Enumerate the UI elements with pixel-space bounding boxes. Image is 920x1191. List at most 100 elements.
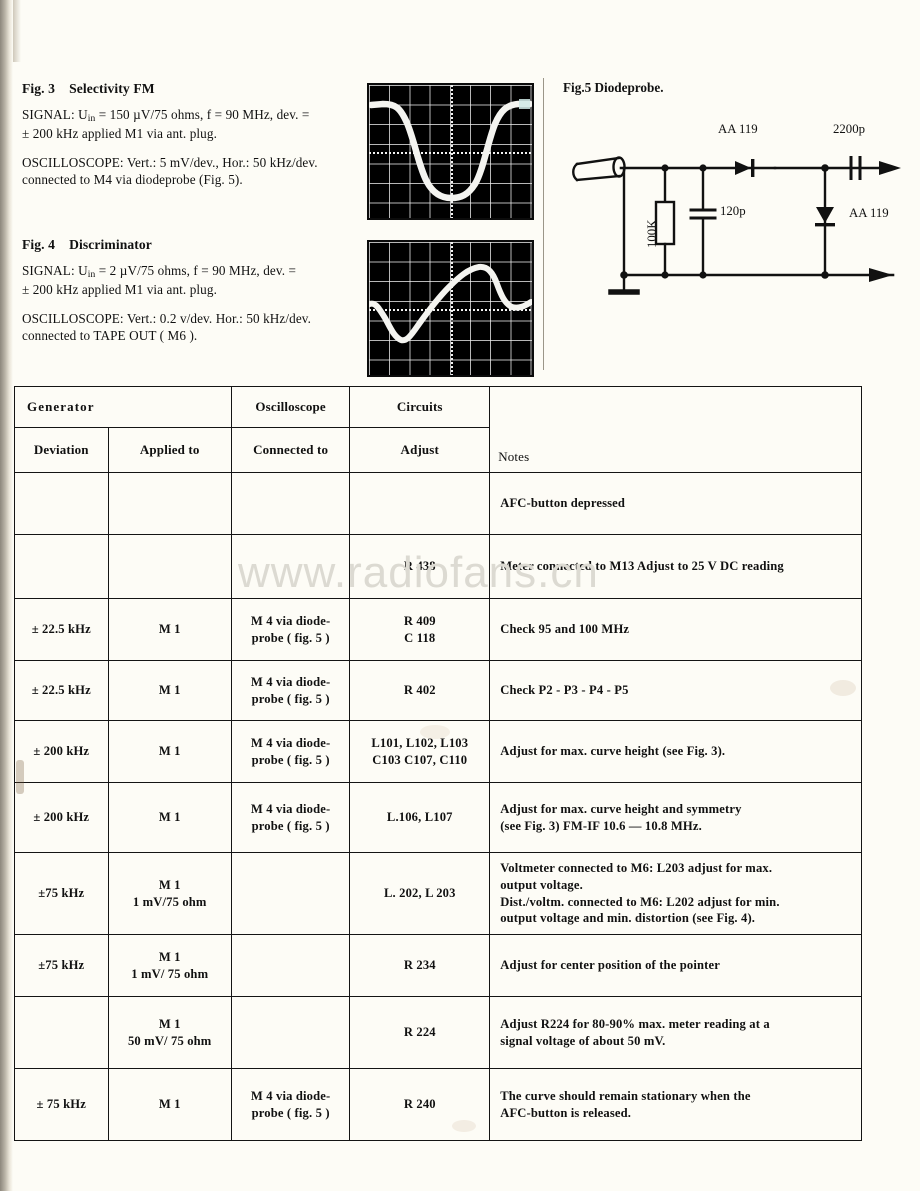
scan-gutter-top	[13, 0, 21, 62]
cell-connected-to	[230, 472, 351, 535]
fig5-output-arrow-bottom	[869, 268, 893, 282]
cell-adjust	[349, 472, 491, 535]
fig3-scope-line2: connected to M4 via diodeprobe (Fig. 5).	[22, 172, 243, 188]
cell-applied-to: M 1 50 mV/ 75 ohm	[107, 996, 232, 1069]
cell-notes: Voltmeter connected to M6: L203 adjust f…	[489, 852, 862, 935]
cell-connected-to: M 4 via diode- probe ( fig. 5 )	[230, 720, 351, 783]
cell-adjust: L. 202, L 203	[349, 852, 491, 935]
cell-applied-to: M 1	[107, 1068, 232, 1141]
cell-connected-to	[230, 996, 351, 1069]
fig5-series-diode-symbol	[735, 159, 755, 177]
fig4-signal-paragraph: SIGNAL: Uin = 2 µV/75 ohms, f = 90 MHz, …	[22, 263, 362, 298]
column-header-connected-to: Connected to	[230, 427, 351, 473]
figure-section-divider	[543, 78, 544, 370]
column-header-deviation: Deviation	[14, 427, 109, 473]
cell-connected-to	[230, 852, 351, 935]
cell-applied-to	[107, 534, 232, 599]
fig3-signal-prefix: SIGNAL: U	[22, 107, 88, 123]
cell-notes: Check 95 and 100 MHz	[489, 598, 862, 661]
document-page: Fig. 3 Selectivity FM SIGNAL: Uin = 150 µ…	[0, 0, 920, 1191]
fig3-signal-suffix: = 150 µV/75 ohms, f = 90 MHz, dev. =	[95, 107, 310, 123]
cell-connected-to: M 4 via diode- probe ( fig. 5 )	[230, 1068, 351, 1141]
cell-applied-to: M 1	[107, 720, 232, 783]
fig3-scope-line1: OSCILLOSCOPE: Vert.: 5 mV/dev., Hor.: 50…	[22, 155, 318, 171]
fig4-text-block: Fig. 4 Discriminator SIGNAL: Uin = 2 µV/7…	[22, 236, 362, 345]
cell-deviation: ±75 kHz	[14, 934, 109, 997]
fig4-heading-title: Discriminator	[69, 237, 152, 252]
cell-deviation	[14, 996, 109, 1069]
cell-connected-to: M 4 via diode- probe ( fig. 5 )	[230, 598, 351, 661]
cell-connected-to	[230, 534, 351, 599]
cell-notes: Adjust for max. curve height (see Fig. 3…	[489, 720, 862, 783]
cell-applied-to: M 1	[107, 598, 232, 661]
cell-connected-to: M 4 via diode- probe ( fig. 5 )	[230, 782, 351, 853]
fig5-diodeprobe-schematic: Fig.5 Diodeprobe. 100K 120p AA 119 2200p…	[563, 80, 913, 310]
fig3-selectivity-curve	[369, 99, 532, 202]
table-row: ±75 kHz M 1 1 mV/75 ohm L. 202, L 203 Voltm…	[14, 852, 862, 935]
cell-deviation: ± 75 kHz	[14, 1068, 109, 1141]
fig3-heading: Fig. 3 Selectivity FM	[22, 80, 362, 97]
fig4-oscilloscope-photo	[367, 240, 534, 377]
fig3-scope-paragraph: OSCILLOSCOPE: Vert.: 5 mV/dev., Hor.: 50…	[22, 155, 362, 189]
group-header-notes: Notes	[489, 386, 862, 473]
fig4-signal-prefix: SIGNAL: U	[22, 263, 88, 279]
fig5-output-capacitor-label: 2200p	[833, 122, 865, 136]
cell-adjust: L101, L102, L103 C103 C107, C110	[349, 720, 491, 783]
group-header-generator: Generator	[14, 386, 232, 428]
table-row: ± 75 kHz M 1M 4 via diode- probe ( fig. 5…	[14, 1068, 862, 1141]
cell-notes: The curve should remain stationary when …	[489, 1068, 862, 1141]
table-row: M 1 50 mV/ 75 ohm R 224 Adjust R224 for 80…	[14, 996, 862, 1069]
cell-applied-to	[107, 472, 232, 535]
cell-applied-to: M 1	[107, 660, 232, 721]
alignment-table: Generator Oscilloscope Circuits Notes De…	[14, 386, 862, 1141]
cell-adjust: R 409 C 118	[349, 598, 491, 661]
cell-applied-to: M 1 1 mV/ 75 ohm	[107, 934, 232, 997]
fig5-circuit-drawing	[572, 156, 901, 295]
fig4-signal-line1: SIGNAL: Uin = 2 µV/75 ohms, f = 90 MHz, …	[22, 263, 362, 281]
fig5-output-arrow-top	[879, 161, 901, 175]
table-row: ±75 kHz M 1 1 mV/ 75 ohm R 234 Adjust for c…	[14, 934, 862, 997]
fig3-signal-line1: SIGNAL: Uin = 150 µV/75 ohms, f = 90 MHz…	[22, 107, 362, 125]
column-header-adjust: Adjust	[349, 427, 491, 473]
fig5-series-diode-label: AA 119	[718, 122, 758, 136]
column-header-applied-to: Applied to	[107, 427, 232, 473]
group-header-oscilloscope: Oscilloscope	[230, 386, 351, 428]
table-row: ± 22.5 kHz M 1M 4 via diode- probe ( fig.…	[14, 660, 862, 721]
cell-deviation: ± 22.5 kHz	[14, 660, 109, 721]
table-row: R 438 Meter connected to M13 Adjust to 25…	[14, 534, 862, 599]
cell-connected-to: M 4 via diode- probe ( fig. 5 )	[230, 660, 351, 721]
cell-deviation	[14, 534, 109, 599]
fig5-input-capacitor-label: 120p	[720, 204, 746, 218]
fig3-signal-line2: ± 200 kHz applied M1 via ant. plug.	[22, 125, 217, 141]
fig4-scope-line2: connected to TAPE OUT ( M6 ).	[22, 328, 198, 344]
fig4-signal-suffix: = 2 µV/75 ohms, f = 90 MHz, dev. =	[95, 263, 297, 279]
fig5-title: Fig.5 Diodeprobe.	[563, 80, 664, 95]
cell-adjust: R 240	[349, 1068, 491, 1141]
cell-notes: Adjust R224 for 80-90% max. meter readin…	[489, 996, 862, 1069]
cell-adjust: R 438	[349, 534, 491, 599]
cell-notes: Check P2 - P3 - P4 - P5	[489, 660, 862, 721]
fig3-text-block: Fig. 3 Selectivity FM SIGNAL: Uin = 150 µ…	[22, 80, 362, 189]
fig4-discriminator-curve	[369, 263, 532, 344]
fig3-signal-paragraph: SIGNAL: Uin = 150 µV/75 ohms, f = 90 MHz…	[22, 107, 362, 142]
cell-connected-to	[230, 934, 351, 997]
fig5-shunt-diode-label: AA 119	[849, 206, 889, 220]
alignment-table-rows: AFC-button depressed R 438 Meter connected…	[14, 472, 862, 1141]
fig3-oscilloscope-photo	[367, 83, 534, 220]
cell-deviation: ± 22.5 kHz	[14, 598, 109, 661]
fig5-shunt-diode-symbol	[815, 207, 835, 227]
cell-adjust: L.106, L107	[349, 782, 491, 853]
alignment-table-body: Generator Oscilloscope Circuits Notes De…	[14, 386, 862, 473]
table-group-header-row: Generator Oscilloscope Circuits Notes	[14, 386, 862, 473]
scan-gutter-left	[0, 0, 13, 1191]
fig3-heading-title: Selectivity FM	[69, 81, 155, 96]
cell-adjust: R 224	[349, 996, 491, 1069]
cell-deviation	[14, 472, 109, 535]
table-row: AFC-button depressed	[14, 472, 862, 535]
fig4-heading: Fig. 4 Discriminator	[22, 236, 362, 253]
fig4-scope-paragraph: OSCILLOSCOPE: Vert.: 0.2 v/dev. Hor.: 50…	[22, 311, 362, 345]
table-row: ± 200 kHz M 1M 4 via diode- probe ( fig. …	[14, 782, 862, 853]
table-row: ± 22.5 kHz M 1M 4 via diode- probe ( fig.…	[14, 598, 862, 661]
fig5-resistor-label: 100K	[645, 219, 659, 248]
fig4-scope-line1: OSCILLOSCOPE: Vert.: 0.2 v/dev. Hor.: 50…	[22, 311, 312, 327]
